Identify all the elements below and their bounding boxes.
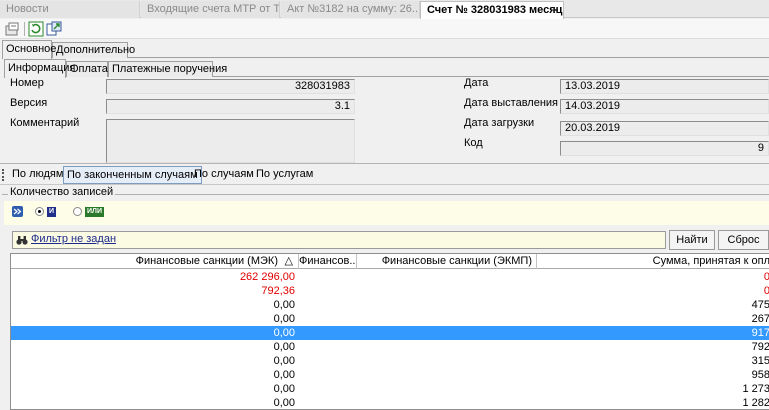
table-row[interactable]: 0,00 475 bbox=[11, 298, 769, 312]
tab-informatsiya[interactable]: Информация bbox=[4, 59, 75, 78]
refresh-icon[interactable] bbox=[28, 21, 44, 37]
view-tab-po-zakonchennym-sluchayam[interactable]: По законченным случаям bbox=[63, 166, 202, 184]
view-tab-po-lyudyam[interactable]: По людям bbox=[9, 166, 66, 184]
data-vystavleniya-field[interactable]: 14.03.2019 bbox=[560, 99, 769, 114]
cell-mek: 0,00 bbox=[273, 355, 295, 367]
filter-conditions bbox=[4, 201, 769, 225]
table-row[interactable]: 0,00 267 bbox=[11, 312, 769, 326]
find-button[interactable]: Найти bbox=[669, 230, 715, 250]
cell-mek: 0,00 bbox=[273, 397, 295, 409]
filter-bar: Фильтр не задан bbox=[12, 231, 666, 249]
kod-field[interactable]: 9 bbox=[560, 141, 769, 156]
data-label: Дата bbox=[464, 77, 489, 89]
column-label: Финансовые санкции (МЭК) bbox=[135, 255, 278, 267]
toolbar bbox=[0, 19, 769, 39]
table-row[interactable]: 0,00 315 bbox=[11, 354, 769, 368]
view-tab-po-sluchayam[interactable]: По случаям bbox=[191, 166, 257, 184]
tab-label: Новости bbox=[6, 3, 49, 15]
cell-summa: 917 bbox=[751, 327, 769, 339]
cell-summa: 0 bbox=[763, 285, 769, 297]
col-header-ekmp[interactable]: Финансовые санкции (ЭКМП) bbox=[357, 254, 537, 269]
cell-mek: 0,00 bbox=[273, 299, 295, 311]
cell-mek: 0,00 bbox=[273, 341, 295, 353]
cell-summa: 267 bbox=[751, 313, 769, 325]
or-label: ИЛИ bbox=[85, 207, 104, 217]
table-row[interactable]: 0,00 792 bbox=[11, 340, 769, 354]
main-tabstrip: Основное Дополнительно bbox=[2, 40, 769, 59]
comment-field[interactable] bbox=[106, 119, 355, 163]
cell-summa: 1 273 bbox=[742, 383, 769, 395]
table-row[interactable]: 792,36 0 bbox=[11, 284, 769, 298]
close-icon[interactable]: × bbox=[552, 2, 559, 18]
or-radio[interactable] bbox=[73, 207, 82, 216]
nomer-label: Номер bbox=[10, 77, 44, 89]
cell-summa: 1 282 bbox=[742, 397, 769, 409]
tab-platezhnye-porucheniya[interactable]: Платежные поручения bbox=[108, 61, 227, 77]
cell-summa: 0 bbox=[763, 271, 769, 283]
data-grid: Финансовые санкции (МЭК) △ Финансов... Ф… bbox=[10, 253, 769, 410]
divider bbox=[0, 163, 769, 164]
tab-label: Счет № 328031983 месяц... bbox=[427, 4, 564, 16]
nomer-field[interactable]: 328031983 bbox=[106, 79, 355, 94]
tab-news[interactable]: Новости bbox=[0, 1, 140, 18]
properties-icon[interactable] bbox=[4, 21, 20, 37]
view-tab-po-uslugam[interactable]: По услугам bbox=[253, 166, 316, 184]
and-radio[interactable] bbox=[35, 207, 44, 216]
kod-label: Код bbox=[464, 137, 483, 149]
tab-invoice[interactable]: Счет № 328031983 месяц... × bbox=[420, 1, 564, 19]
sub-tabstrip: Информация Оплата Платежные поручения bbox=[4, 59, 769, 78]
toolbar-separator bbox=[24, 22, 25, 36]
cell-summa: 475 bbox=[751, 299, 769, 311]
reset-button[interactable]: Сброс bbox=[718, 230, 769, 250]
cell-mek: 0,00 bbox=[273, 369, 295, 381]
table-row[interactable]: 262 296,00 0 bbox=[11, 270, 769, 284]
export-icon[interactable] bbox=[46, 21, 62, 37]
filter-link[interactable]: Фильтр не задан bbox=[31, 233, 116, 245]
data-zagruzki-field[interactable]: 20.03.2019 bbox=[560, 121, 769, 136]
data-zagruzki-label: Дата загрузки bbox=[464, 117, 535, 129]
divider bbox=[0, 184, 769, 185]
cell-mek: 0,00 bbox=[273, 313, 295, 325]
table-row[interactable]: 0,00 1 273 bbox=[11, 382, 769, 396]
data-field[interactable]: 13.03.2019 bbox=[560, 79, 769, 94]
tab-incoming-invoices[interactable]: Входящие счета МТР от Т... bbox=[141, 1, 280, 18]
group-title: Количество записей bbox=[8, 186, 116, 198]
versiya-field[interactable]: 3.1 bbox=[106, 99, 355, 114]
grid-header: Финансовые санкции (МЭК) △ Финансов... Ф… bbox=[11, 254, 769, 269]
sort-asc-icon: △ bbox=[284, 255, 293, 267]
cell-summa: 315 bbox=[751, 355, 769, 367]
table-row[interactable]: 0,00 958 bbox=[11, 368, 769, 382]
table-row[interactable]: 0,00 1 282 bbox=[11, 396, 769, 410]
versiya-label: Версия bbox=[10, 97, 48, 109]
radio-dot bbox=[38, 210, 41, 213]
cell-summa: 958 bbox=[751, 369, 769, 381]
col-header-summa[interactable]: Сумма, принятая к опл bbox=[537, 254, 769, 269]
cell-summa: 792 bbox=[751, 341, 769, 353]
tab-label: Входящие счета МТР от Т... bbox=[147, 3, 280, 15]
data-vystavleniya-label: Дата выставления bbox=[464, 97, 558, 109]
cell-mek: 262 296,00 bbox=[239, 271, 295, 283]
tab-dopolnitelno[interactable]: Дополнительно bbox=[52, 42, 135, 58]
toolbar-grip[interactable] bbox=[2, 169, 4, 181]
document-tabs: Новости Входящие счета МТР от Т... Акт №… bbox=[0, 0, 769, 19]
cell-mek: 792,36 bbox=[261, 285, 295, 297]
tab-act[interactable]: Акт №3182 на сумму: 26... bbox=[281, 1, 420, 18]
binoculars-icon bbox=[16, 234, 28, 246]
col-header-mek[interactable]: Финансовые санкции (МЭК) △ bbox=[11, 254, 299, 269]
comment-label: Комментарий bbox=[10, 117, 80, 129]
cell-mek: 0,00 bbox=[273, 383, 295, 395]
cell-mek: 0,00 bbox=[273, 327, 295, 339]
table-row[interactable]: 0,00 917 bbox=[11, 326, 769, 340]
and-label: И bbox=[47, 207, 57, 217]
expand-filter-icon[interactable] bbox=[12, 206, 23, 217]
tab-osnovnoe[interactable]: Основное bbox=[2, 40, 56, 59]
tab-label: Акт №3182 на сумму: 26... bbox=[287, 3, 420, 15]
col-header-finansov[interactable]: Финансов... bbox=[299, 254, 357, 269]
